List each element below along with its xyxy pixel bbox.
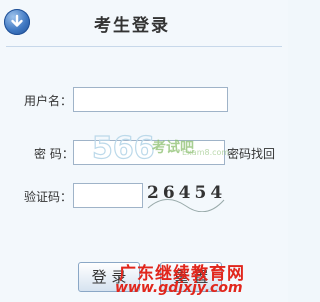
password-label: 密 码： xyxy=(34,147,74,161)
username-input[interactable] xyxy=(73,87,228,112)
login-panel: 考生登录 用户名： 密 码： 密码找回 验证码： 26454 566 考试吧 E… xyxy=(0,0,288,302)
page-title: 考生登录 xyxy=(94,16,170,36)
captcha-input[interactable] xyxy=(73,183,143,208)
watermark-logo: 566 xyxy=(92,130,154,166)
password-recover-link[interactable]: 密码找回 xyxy=(227,145,275,162)
panel-header: 考生登录 xyxy=(0,0,288,46)
username-label: 用户名： xyxy=(24,94,73,108)
watermark-logo-url: Exam8.com xyxy=(182,148,230,157)
down-arrow-circle-icon xyxy=(4,9,30,35)
watermark-logo-digits: 566 xyxy=(92,131,154,166)
captcha-image[interactable]: 26454 xyxy=(147,183,226,203)
captcha-label: 验证码： xyxy=(24,190,73,204)
watermark-site-url: www.gdjxjy.com xyxy=(115,280,243,296)
header-divider xyxy=(6,46,282,47)
